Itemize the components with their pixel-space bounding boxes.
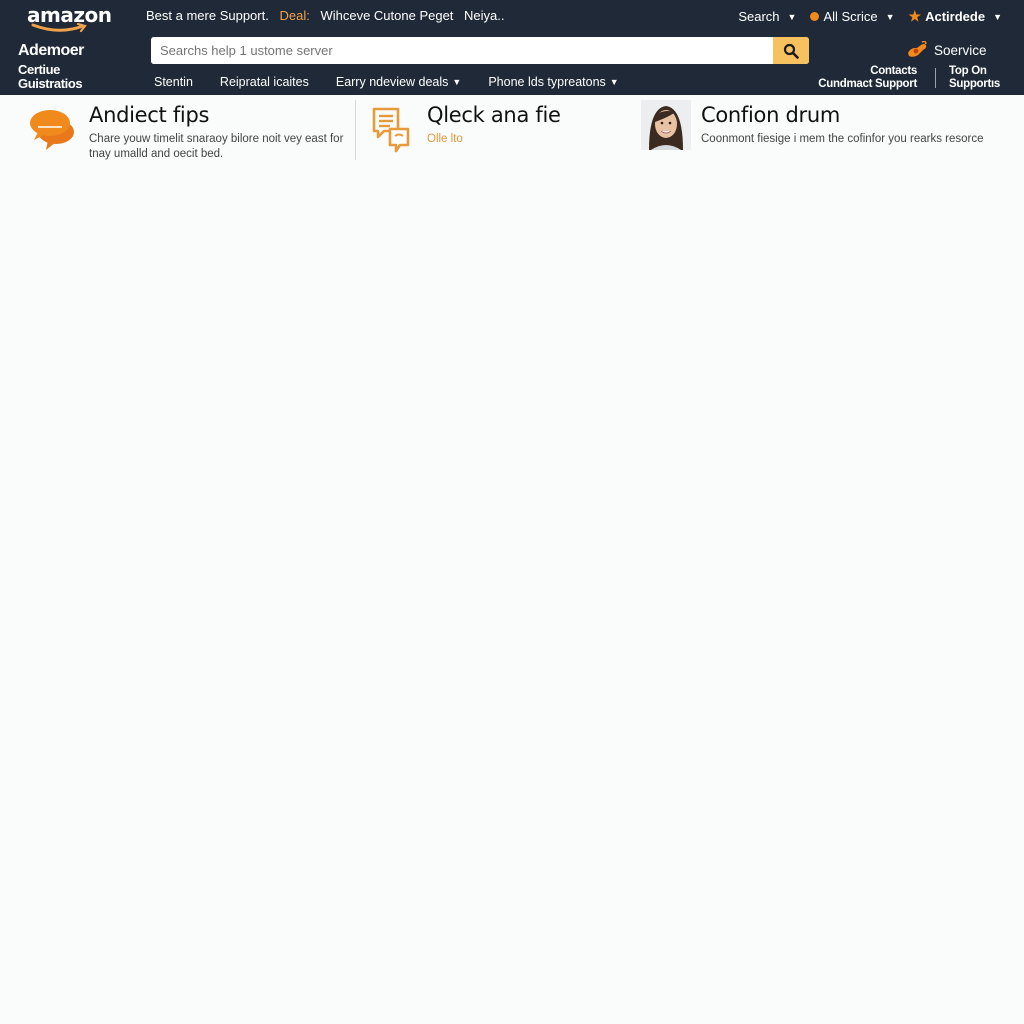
avatar bbox=[641, 100, 691, 150]
chevron-down-icon: ▼ bbox=[885, 11, 895, 22]
top-right-menu: Search ▼ All Scrice ▼ ★ Actirdede ▼ bbox=[738, 8, 1002, 25]
top-header: amazon Best a mere Support. Deal: Wihcev… bbox=[0, 0, 1024, 95]
star-icon: ★ bbox=[908, 8, 922, 24]
search-dropdown-label: Search bbox=[738, 9, 780, 24]
nav-bar: Stentin Reipratal icaites Earry ndeview … bbox=[154, 75, 646, 89]
amazon-logo[interactable]: amazon bbox=[27, 3, 112, 33]
hand-heart-icon bbox=[908, 41, 927, 57]
top-on-line2: Supportıs bbox=[949, 78, 1000, 90]
search-bar bbox=[151, 37, 809, 64]
contacts-line2: Cundmact Support bbox=[818, 78, 917, 90]
feature-link[interactable]: Olle lto bbox=[427, 132, 561, 147]
top-on-line1: Top On bbox=[949, 65, 987, 77]
header-divider bbox=[935, 68, 936, 88]
nav-item-reipratal[interactable]: Reipratal icaites bbox=[220, 75, 309, 89]
top-links: Best a mere Support. Deal: Wihceve Cuton… bbox=[146, 8, 512, 23]
all-service-label: All Scrice bbox=[823, 9, 878, 24]
chevron-down-icon: ▼ bbox=[787, 11, 797, 22]
feature-card-quick[interactable]: Qleck ana fie Olle lto bbox=[370, 100, 630, 162]
nav-item-stentin[interactable]: Stentin bbox=[154, 75, 193, 89]
feature-title: Andiect fips bbox=[89, 103, 210, 127]
nav-item-label: Reipratal icaites bbox=[219, 75, 309, 89]
search-button[interactable] bbox=[773, 37, 809, 64]
top-link-deal[interactable]: Deal: bbox=[279, 8, 309, 23]
service-label: Soervice bbox=[934, 42, 987, 58]
logo-text: amazon bbox=[27, 3, 112, 27]
brand-title: Ademoer bbox=[18, 42, 84, 59]
top-on-support-link[interactable]: Top On Supportıs bbox=[949, 65, 1000, 91]
top-link-more[interactable]: Neiya.. bbox=[464, 8, 504, 23]
brand-subtitle-1: Certiue bbox=[18, 62, 60, 77]
activity-dropdown[interactable]: ★ Actirdede ▼ bbox=[909, 8, 1002, 25]
feature-title: Confion drum bbox=[701, 103, 841, 127]
nav-item-phone[interactable]: Phone lds typreatons ▼ bbox=[488, 75, 618, 89]
service-link[interactable]: Soervice bbox=[906, 41, 987, 59]
top-link-customer-page[interactable]: Wihceve Cutone Peget bbox=[320, 8, 453, 23]
nav-item-label: Phone lds typreatons bbox=[488, 75, 606, 89]
brand-block: Ademoer Certiue Guistratios bbox=[18, 42, 84, 91]
chat-bubbles-icon bbox=[28, 108, 78, 157]
chevron-down-icon: ▼ bbox=[993, 11, 1002, 22]
top-link-support[interactable]: Best a mere Support. bbox=[146, 8, 269, 23]
feature-description: Chare youw timelit snaraoy bilore noit v… bbox=[89, 133, 344, 160]
search-input[interactable] bbox=[151, 37, 773, 64]
feature-card-forum[interactable]: Confion drum Coonmont fiesige i mem the … bbox=[641, 100, 1011, 162]
nav-item-label: Earry ndeview deals bbox=[335, 75, 449, 89]
contacts-link[interactable]: Contacts Cundmact Support bbox=[818, 65, 917, 91]
feature-card-tips[interactable]: Andiect fips Chare youw timelit snaraoy … bbox=[28, 100, 358, 162]
brand-subtitle-2: Guistratios bbox=[18, 76, 83, 91]
caret-down-icon: ▼ bbox=[452, 77, 462, 87]
caret-down-icon: ▼ bbox=[609, 77, 619, 87]
nav-item-label: Stentin bbox=[154, 75, 193, 89]
status-dot-icon bbox=[810, 12, 820, 21]
nav-item-deals[interactable]: Earry ndeview deals ▼ bbox=[336, 75, 461, 89]
all-service-dropdown[interactable]: All Scrice ▼ bbox=[810, 9, 895, 24]
feature-description: Coonmont fiesige i mem the cofinfor you … bbox=[701, 133, 984, 145]
feature-divider bbox=[355, 100, 356, 160]
search-dropdown[interactable]: Search ▼ bbox=[738, 9, 796, 24]
message-doc-icon bbox=[370, 105, 414, 158]
contacts-line1: Contacts bbox=[870, 65, 917, 77]
feature-title: Qleck ana fie bbox=[427, 103, 561, 127]
smile-arrow-icon bbox=[31, 23, 87, 33]
search-icon bbox=[783, 43, 799, 59]
activity-label: Actirdede bbox=[925, 9, 986, 24]
